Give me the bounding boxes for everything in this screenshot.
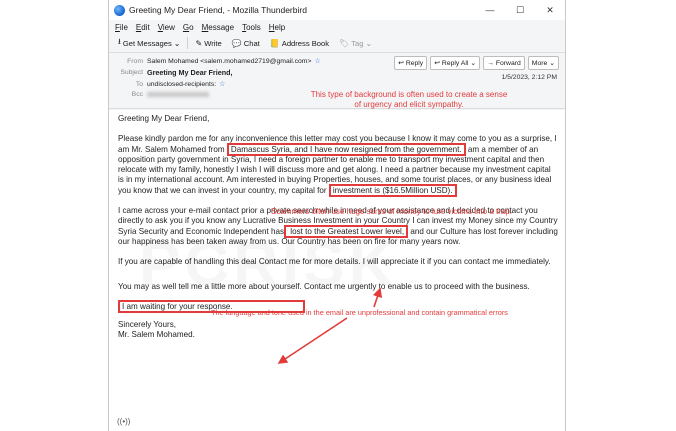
subject-label: Subject [120, 69, 143, 76]
reply-icon: ↩ [398, 60, 404, 67]
bcc-label: Bcc [131, 91, 143, 98]
address-book-icon: 📒 [269, 38, 280, 48]
annotation-money: Scammers often use huge sums of money to… [271, 207, 512, 216]
chevron-down-icon: ⌄ [365, 38, 373, 48]
title-bar: Greeting My Dear Friend, - Mozilla Thund… [109, 0, 565, 20]
sender-address[interactable]: Salem Mohamed <salem.mohamed2719@gmail.c… [147, 58, 311, 65]
forward-button[interactable]: → Forward [483, 56, 525, 70]
chevron-down-icon[interactable]: ⌄ [174, 39, 181, 48]
forward-label: Forward [495, 59, 521, 67]
reply-label: Reply [405, 59, 424, 67]
reply-all-icon: ↩ [434, 60, 440, 67]
main-toolbar: ⭳ Get Messages ⌄ ✎ Write 💬 Chat 📒 Addres… [109, 34, 565, 53]
chat-bubble-icon: 💬 [231, 38, 242, 48]
star-icon[interactable]: ☆ [314, 57, 320, 65]
window-title: Greeting My Dear Friend, - Mozilla Thund… [129, 5, 307, 15]
write-button[interactable]: ✎ Write [192, 38, 224, 49]
menu-bar: File Edit View Go Message Tools Help [109, 20, 565, 34]
close-button[interactable]: ✕ [535, 0, 565, 20]
signature-line-1: Sincerely Yours, [118, 320, 177, 330]
write-label: Write [204, 38, 222, 48]
email-greeting: Greeting My Dear Friend, [118, 114, 210, 123]
address-book-button[interactable]: 📒 Address Book [267, 38, 332, 49]
menu-edit[interactable]: Edit [136, 23, 150, 32]
bcc-redacted [147, 92, 209, 97]
subject-value: Greeting My Dear Friend, [147, 68, 233, 77]
message-date: 1/5/2023, 2:12 PM [501, 74, 557, 81]
tag-icon: 🏷 [339, 38, 350, 48]
email-paragraph-4: You may as well tell me a little more ab… [118, 281, 530, 291]
tag-button[interactable]: 🏷 Tag ⌄ [336, 38, 375, 49]
reply-all-button[interactable]: ↩ Reply All ⌄ [430, 56, 481, 70]
from-label: From [127, 57, 143, 65]
highlight-grammar: lost to the Greatest Lower level, [284, 224, 409, 238]
menu-tools[interactable]: Tools [242, 23, 261, 32]
chat-button[interactable]: 💬 Chat [229, 38, 263, 49]
download-icon: ⭳ [118, 37, 121, 46]
email-signature: Sincerely Yours, Mr. Salem Mohamed. [118, 320, 558, 341]
chevron-down-icon: ⌄ [549, 60, 555, 67]
chat-label: Chat [243, 38, 260, 48]
message-actions: ↩ Reply ↩ Reply All ⌄ → Forward More ⌄ [394, 56, 559, 70]
more-button[interactable]: More ⌄ [527, 56, 559, 70]
tag-label: Tag [351, 38, 364, 48]
connection-status-icon[interactable]: ((•)) [117, 417, 130, 427]
menu-go[interactable]: Go [183, 23, 194, 32]
highlight-resigned: Damascus Syria, and I have now resigned … [226, 142, 466, 156]
message-body: PCRISK Greeting My Dear Friend, Please k… [109, 110, 565, 431]
reply-button[interactable]: ↩ Reply [394, 56, 428, 70]
to-row: To undisclosed-recipients: ☆ [115, 80, 226, 89]
bcc-row: Bcc [115, 91, 209, 98]
thunderbird-window: Greeting My Dear Friend, - Mozilla Thund… [108, 0, 566, 431]
chevron-down-icon[interactable]: ⌄ [470, 59, 476, 67]
annotation-background: This type of background is often used to… [310, 90, 508, 109]
email-paragraph-3: If you are capable of handling this deal… [118, 257, 551, 267]
from-row: From Salem Mohamed <salem.mohamed2719@gm… [115, 57, 321, 66]
toolbar-divider [187, 37, 189, 49]
pencil-icon: ✎ [195, 38, 203, 48]
email-paragraph-1: Please kindly pardon me for any inconven… [118, 134, 558, 197]
highlight-money: investment is ($16.5Million USD). [328, 183, 457, 197]
address-book-label: Address Book [281, 38, 330, 48]
menu-view[interactable]: View [158, 23, 175, 32]
minimize-button[interactable]: — [475, 0, 505, 20]
more-label: More [531, 59, 548, 67]
get-messages-button[interactable]: ⭳ Get Messages ⌄ [115, 35, 183, 51]
menu-message[interactable]: Message [202, 23, 234, 32]
recipient-value[interactable]: undisclosed-recipients: [147, 81, 216, 88]
reply-all-label: Reply All [441, 59, 469, 67]
menu-file[interactable]: File [115, 23, 128, 32]
maximize-button[interactable]: ☐ [505, 0, 535, 20]
annotation-language: The language and tone used in the email … [211, 308, 508, 317]
thunderbird-logo-icon [114, 4, 125, 16]
subject-row: Subject Greeting My Dear Friend, [115, 68, 232, 77]
forward-icon: → [487, 59, 494, 67]
signature-line-2: Mr. Salem Mohamed. [118, 330, 195, 340]
menu-help[interactable]: Help [269, 23, 285, 32]
star-icon[interactable]: ☆ [219, 80, 225, 88]
get-messages-label: Get Messages [122, 38, 172, 48]
to-label: To [135, 80, 143, 88]
window-controls: — ☐ ✕ [475, 0, 565, 20]
